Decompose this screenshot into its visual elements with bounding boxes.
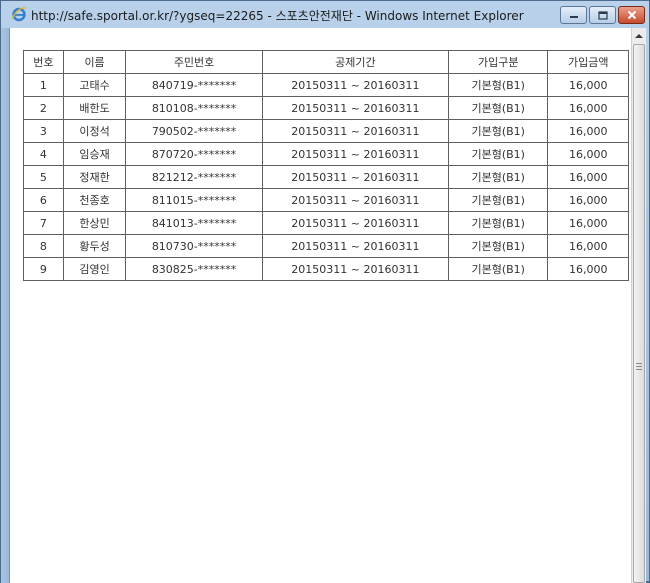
cell-coverage-period: 20150311 ~ 20160311 [261,211,450,235]
header-plan-type: 가입구분 [448,50,549,74]
title-bar[interactable]: http://safe.sportal.or.kr/?ygseq=22265 -… [1,1,649,28]
cell-number: 1 [23,73,64,97]
cell-resident-number: 821212-******* [125,165,263,189]
vertical-scrollbar[interactable] [631,28,646,583]
cell-resident-number: 870720-******* [125,142,263,166]
cell-resident-number: 830825-******* [125,257,263,281]
cell-number: 6 [23,188,64,212]
header-number: 번호 [23,50,64,74]
cell-resident-number: 810730-******* [125,234,263,258]
cell-amount: 16,000 [547,119,629,143]
table-row: 1 고태수 840719-******* 20150311 ~ 20160311… [23,73,629,97]
cell-plan-type: 기본형(B1) [448,257,549,281]
cell-plan-type: 기본형(B1) [448,234,549,258]
cell-plan-type: 기본형(B1) [448,165,549,189]
cell-plan-type: 기본형(B1) [448,96,549,120]
cell-name: 김영인 [62,257,127,281]
scroll-thumb[interactable] [633,44,645,583]
cell-number: 5 [23,165,64,189]
header-resident-number: 주민번호 [125,50,263,74]
table-row: 3 이정석 790502-******* 20150311 ~ 20160311… [23,119,629,143]
header-name: 이름 [62,50,127,74]
cell-plan-type: 기본형(B1) [448,142,549,166]
table-header-row: 번호 이름 주민번호 공제기간 가입구분 가입금액 [23,50,629,74]
window-title: http://safe.sportal.or.kr/?ygseq=22265 -… [31,9,524,23]
cell-coverage-period: 20150311 ~ 20160311 [261,119,450,143]
cell-name: 천종호 [62,188,127,212]
cell-amount: 16,000 [547,165,629,189]
window-frame-left [1,28,9,583]
cell-resident-number: 790502-******* [125,119,263,143]
cell-coverage-period: 20150311 ~ 20160311 [261,142,450,166]
table-row: 6 천종호 811015-******* 20150311 ~ 20160311… [23,188,629,212]
cell-amount: 16,000 [547,234,629,258]
header-amount: 가입금액 [547,50,629,74]
header-coverage-period: 공제기간 [261,50,450,74]
member-table: 번호 이름 주민번호 공제기간 가입구분 가입금액 1 고태수 840719-*… [23,50,629,281]
close-icon [627,10,636,20]
cell-amount: 16,000 [547,211,629,235]
cell-amount: 16,000 [547,96,629,120]
cell-name: 고태수 [62,73,127,97]
cell-amount: 16,000 [547,188,629,212]
cell-coverage-period: 20150311 ~ 20160311 [261,165,450,189]
cell-amount: 16,000 [547,73,629,97]
cell-number: 7 [23,211,64,235]
table-row: 9 김영인 830825-******* 20150311 ~ 20160311… [23,257,629,281]
cell-number: 8 [23,234,64,258]
cell-coverage-period: 20150311 ~ 20160311 [261,73,450,97]
cell-coverage-period: 20150311 ~ 20160311 [261,188,450,212]
table-row: 5 정재한 821212-******* 20150311 ~ 20160311… [23,165,629,189]
cell-name: 황두성 [62,234,127,258]
scroll-up-button[interactable] [632,28,646,43]
cell-name: 정재한 [62,165,127,189]
table-row: 4 임승재 870720-******* 20150311 ~ 20160311… [23,142,629,166]
cell-plan-type: 기본형(B1) [448,211,549,235]
cell-resident-number: 840719-******* [125,73,263,97]
page-content: 번호 이름 주민번호 공제기간 가입구분 가입금액 1 고태수 840719-*… [9,28,631,583]
close-button[interactable] [618,6,645,24]
cell-name: 임승재 [62,142,127,166]
minimize-icon [569,16,578,18]
cell-number: 9 [23,257,64,281]
cell-coverage-period: 20150311 ~ 20160311 [261,234,450,258]
table-row: 2 배한도 810108-******* 20150311 ~ 20160311… [23,96,629,120]
cell-resident-number: 811015-******* [125,188,263,212]
table-row: 8 황두성 810730-******* 20150311 ~ 20160311… [23,234,629,258]
ie-logo-icon [11,7,26,22]
browser-window: http://safe.sportal.or.kr/?ygseq=22265 -… [0,0,650,583]
cell-coverage-period: 20150311 ~ 20160311 [261,257,450,281]
cell-number: 3 [23,119,64,143]
cell-resident-number: 841013-******* [125,211,263,235]
cell-resident-number: 810108-******* [125,96,263,120]
scroll-up-arrow-icon [635,33,643,38]
maximize-icon [597,10,608,20]
maximize-button[interactable] [589,6,616,24]
cell-plan-type: 기본형(B1) [448,188,549,212]
cell-amount: 16,000 [547,257,629,281]
cell-plan-type: 기본형(B1) [448,119,549,143]
cell-name: 이정석 [62,119,127,143]
cell-name: 한상민 [62,211,127,235]
cell-number: 4 [23,142,64,166]
minimize-button[interactable] [560,6,587,24]
cell-coverage-period: 20150311 ~ 20160311 [261,96,450,120]
scroll-thumb-grip [636,363,642,370]
table-row: 7 한상민 841013-******* 20150311 ~ 20160311… [23,211,629,235]
cell-name: 배한도 [62,96,127,120]
cell-plan-type: 기본형(B1) [448,73,549,97]
cell-number: 2 [23,96,64,120]
cell-amount: 16,000 [547,142,629,166]
